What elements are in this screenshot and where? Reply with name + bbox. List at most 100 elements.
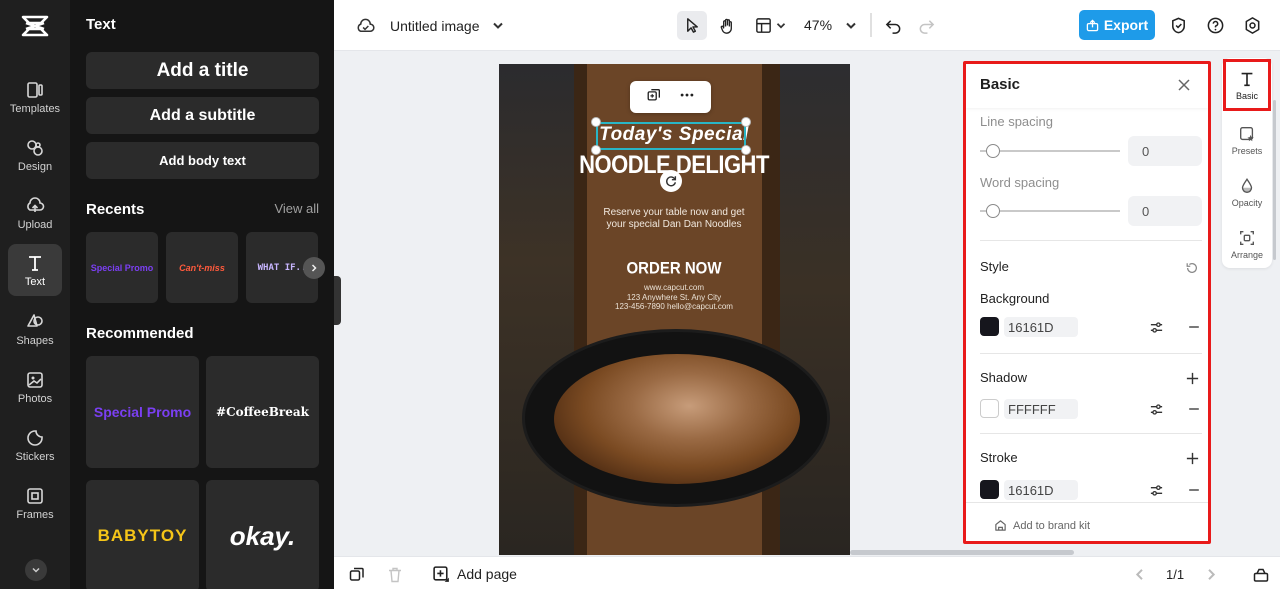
resize-handle[interactable] — [741, 145, 751, 155]
recommended-template[interactable]: #CoffeeBreak — [206, 356, 319, 468]
stroke-hex-input[interactable]: 16161D — [1004, 480, 1078, 500]
sidebar-item-shapes[interactable]: Shapes — [8, 303, 62, 355]
panel-header: Basic — [966, 64, 1208, 108]
presets-icon — [1240, 126, 1254, 141]
cloud-save-icon[interactable] — [354, 15, 376, 37]
tab-presets[interactable]: Presets — [1223, 114, 1271, 166]
reset-icon[interactable] — [1184, 260, 1200, 276]
redo-button[interactable] — [915, 14, 937, 36]
zoom-level[interactable]: 47% — [804, 16, 832, 34]
shadow-hex-input[interactable]: FFFFFF — [1004, 399, 1078, 419]
sidebar-item-photos[interactable]: Photos — [8, 361, 62, 413]
panel-collapse-handle[interactable] — [334, 276, 341, 325]
horizontal-scrollbar[interactable] — [850, 550, 1074, 555]
remove-icon[interactable] — [1186, 482, 1202, 498]
export-button[interactable]: Export — [1079, 10, 1155, 40]
style-heading: Style — [980, 259, 1009, 274]
section-divider — [980, 240, 1202, 241]
basic-properties-panel: Basic Line spacing 0 Word spacing 0 Styl… — [963, 61, 1211, 544]
hand-icon — [720, 18, 732, 34]
chevron-down-icon[interactable] — [490, 17, 506, 33]
sidebar-item-stickers[interactable]: Stickers — [8, 419, 62, 471]
panel-title: Basic — [980, 76, 1021, 93]
duplicate-page-icon[interactable] — [348, 565, 366, 583]
pages-panel-icon[interactable] — [1252, 565, 1270, 583]
previous-page-button[interactable] — [1132, 566, 1148, 582]
stroke-color-swatch[interactable] — [980, 480, 999, 499]
help-icon[interactable] — [1204, 14, 1226, 36]
recents-heading: Recents — [86, 201, 145, 218]
layout-icon[interactable] — [752, 14, 774, 36]
slider-knob[interactable] — [986, 204, 1000, 218]
element-context-menu — [630, 81, 711, 113]
duplicate-icon[interactable] — [646, 87, 662, 108]
tab-basic[interactable]: Basic — [1223, 59, 1271, 111]
settings-icon[interactable] — [1241, 14, 1263, 36]
adjust-icon[interactable] — [1148, 319, 1164, 335]
rotate-icon — [666, 176, 677, 187]
remove-icon[interactable] — [1186, 319, 1202, 335]
resize-handle[interactable] — [591, 145, 601, 155]
undo-button[interactable] — [882, 14, 904, 36]
text-selection-box[interactable] — [596, 122, 746, 150]
shadow-color-swatch[interactable] — [980, 399, 999, 418]
recent-template[interactable]: Special Promo — [86, 232, 158, 303]
adjust-icon[interactable] — [1148, 482, 1164, 498]
sidebar-item-templates[interactable]: Templates — [8, 71, 62, 123]
recommended-template[interactable]: okay. — [206, 480, 319, 589]
resize-handle[interactable] — [591, 117, 601, 127]
adjust-icon[interactable] — [1148, 401, 1164, 417]
more-options-icon[interactable] — [679, 87, 695, 108]
next-page-button[interactable] — [1203, 566, 1219, 582]
slider-knob[interactable] — [986, 144, 1000, 158]
vertical-scrollbar[interactable] — [1273, 100, 1276, 260]
close-icon[interactable] — [1176, 77, 1192, 93]
resize-handle[interactable] — [741, 117, 751, 127]
tab-label: Opacity — [1231, 197, 1263, 208]
sidebar-item-text[interactable]: Text — [8, 244, 62, 296]
delete-page-icon[interactable] — [386, 565, 404, 583]
hand-tool-button[interactable] — [715, 14, 739, 38]
select-tool-button[interactable] — [677, 11, 707, 40]
tab-label: Presets — [1231, 145, 1263, 156]
recent-template[interactable]: Can't-miss — [166, 232, 238, 303]
cursor-icon — [686, 18, 698, 33]
add-subtitle-button[interactable]: Add a subtitle — [86, 97, 319, 134]
recents-next-button[interactable] — [303, 257, 325, 279]
add-icon[interactable] — [1184, 370, 1200, 386]
canvas-cta-text[interactable]: ORDER NOW — [609, 259, 739, 278]
recommended-template[interactable]: Special Promo — [86, 356, 199, 468]
chevron-down-icon[interactable] — [774, 17, 788, 33]
tab-opacity[interactable]: Opacity — [1223, 166, 1271, 218]
capcut-logo-icon[interactable] — [19, 12, 51, 40]
line-spacing-input[interactable]: 0 — [1128, 136, 1202, 166]
add-icon[interactable] — [1184, 450, 1200, 466]
sidebar-item-design[interactable]: Design — [8, 129, 62, 181]
shield-icon[interactable] — [1167, 14, 1189, 36]
add-body-text-button[interactable]: Add body text — [86, 142, 319, 179]
chevron-down-icon[interactable] — [843, 17, 859, 33]
export-icon — [1086, 18, 1099, 31]
rotate-handle[interactable] — [660, 170, 682, 192]
add-to-brand-kit-button[interactable]: Add to brand kit — [994, 519, 1090, 532]
view-all-link[interactable]: View all — [274, 201, 319, 216]
sidebar-item-frames[interactable]: Frames — [8, 477, 62, 529]
add-page-button[interactable]: Add page — [432, 565, 517, 583]
canvas-reserve-text[interactable]: Reserve your table now and get your spec… — [589, 207, 759, 231]
contact-line: 123-456-7890 hello@capcut.com — [615, 302, 733, 311]
sidebar-item-upload[interactable]: Upload — [8, 187, 62, 239]
word-spacing-input[interactable]: 0 — [1128, 196, 1202, 226]
recommended-template[interactable]: BABYTOY — [86, 480, 199, 589]
section-divider — [966, 502, 1208, 503]
canvas-contact-text[interactable]: www.capcut.com 123 Anywhere St. Any City… — [594, 283, 754, 312]
tab-arrange[interactable]: Arrange — [1223, 218, 1271, 270]
remove-icon[interactable] — [1186, 401, 1202, 417]
background-color-swatch[interactable] — [980, 317, 999, 336]
add-title-button[interactable]: Add a title — [86, 52, 319, 89]
more-tools-button[interactable] — [25, 559, 47, 581]
word-spacing-slider[interactable] — [980, 204, 1120, 218]
document-title[interactable]: Untitled image — [390, 16, 480, 36]
noodle-food-image — [554, 354, 800, 484]
background-hex-input[interactable]: 16161D — [1004, 317, 1078, 337]
line-spacing-slider[interactable] — [980, 144, 1120, 158]
